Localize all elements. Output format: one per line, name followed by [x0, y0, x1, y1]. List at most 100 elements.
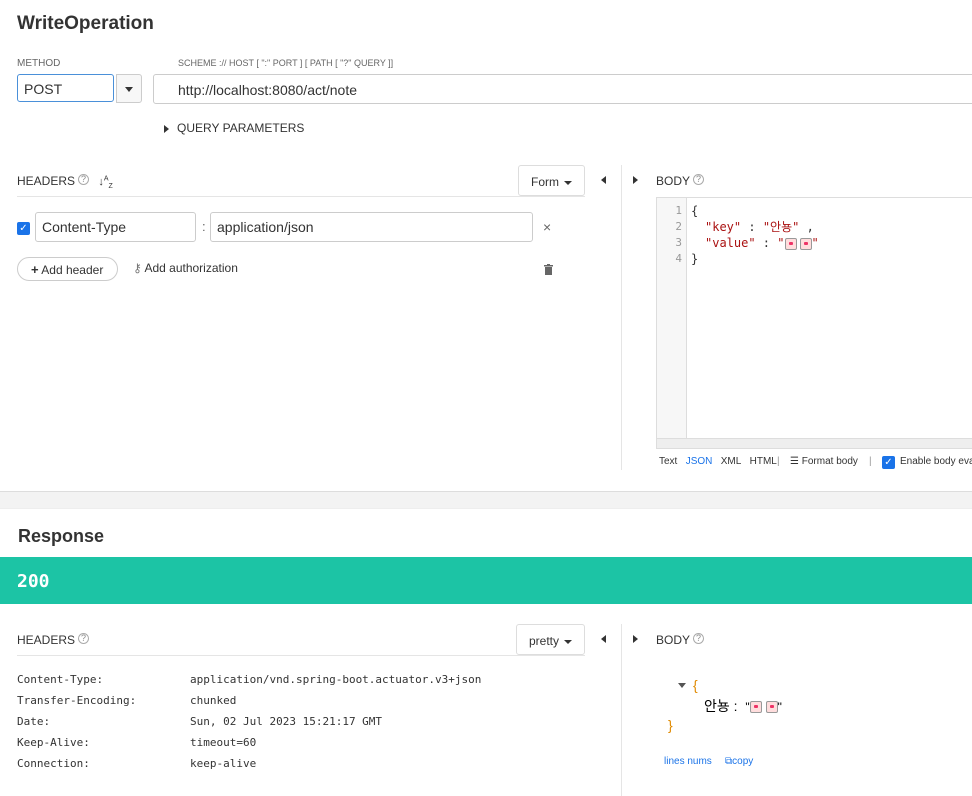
format-html-option[interactable]: HTML — [750, 456, 777, 467]
response-header-name: Content-Type: — [17, 673, 104, 686]
copy-label: copy — [732, 756, 754, 767]
operation-title: WriteOperation — [17, 13, 154, 34]
format-lines-icon: ☰ — [790, 456, 799, 467]
emoji-icon — [749, 701, 762, 714]
response-header-name: Keep-Alive: — [17, 736, 90, 749]
format-text-option[interactable]: Text — [659, 456, 677, 467]
help-icon[interactable]: ? — [78, 174, 90, 185]
horizontal-scrollbar[interactable] — [657, 438, 972, 448]
line-number: 3 — [675, 236, 682, 249]
emoji-icon — [765, 701, 778, 714]
request-body-label: BODY — [656, 174, 691, 188]
trash-icon[interactable] — [544, 262, 553, 275]
chevron-down-icon — [564, 639, 573, 644]
line-number: 2 — [675, 220, 682, 233]
request-headers-label: HEADERS — [17, 174, 76, 188]
response-view-dropdown[interactable]: pretty — [516, 624, 585, 655]
collapse-left-icon[interactable] — [601, 176, 606, 184]
key-icon: ⚷ — [133, 261, 142, 275]
json-entry: 안뇽 : " " — [704, 696, 782, 716]
header-enabled-checkbox[interactable]: ✓ — [17, 222, 30, 235]
status-code: 200 — [17, 571, 50, 592]
status-bar — [0, 557, 972, 604]
code-quote: " — [811, 236, 819, 250]
collapse-json-icon[interactable] — [678, 683, 686, 688]
add-header-button[interactable]: + Add header — [17, 257, 118, 281]
collapse-left-icon[interactable] — [601, 635, 606, 643]
header-name-input[interactable]: Content-Type — [35, 212, 196, 242]
line-number-gutter: 1 2 3 4 — [657, 198, 687, 443]
emoji-icon — [799, 237, 812, 250]
response-header-name: Connection: — [17, 757, 90, 770]
code-brace: { — [691, 204, 699, 218]
line-number: 4 — [675, 252, 682, 265]
response-header-value: timeout=60 — [190, 736, 257, 749]
response-header-row: Keep-Alive: timeout=60 — [17, 736, 597, 757]
toolbar-separator: | — [869, 456, 872, 467]
format-body-label: Format body — [801, 456, 858, 467]
response-headers-heading: HEADERS? — [17, 633, 90, 647]
code-area[interactable]: { "key" : "안뇽" , "value" : " " } — [687, 198, 972, 438]
add-authorization-link[interactable]: ⚷ Add authorization — [133, 261, 238, 275]
query-parameters-label: QUERY PARAMETERS — [177, 121, 305, 135]
json-quote: " — [777, 700, 782, 714]
help-icon[interactable]: ? — [78, 633, 90, 644]
method-select[interactable]: POST — [17, 74, 114, 102]
divider — [17, 655, 585, 656]
url-label: SCHEME :// HOST [ ":" PORT ] [ PATH [ "?… — [178, 58, 394, 68]
response-header-row: Content-Type: application/vnd.spring-boot… — [17, 673, 597, 694]
lines-nums-toggle[interactable]: lines nums — [664, 756, 712, 767]
help-icon[interactable]: ? — [693, 633, 705, 644]
code-quote: " — [777, 236, 785, 250]
json-close-brace: } — [668, 717, 673, 733]
sort-icon[interactable]: ↓AZ — [98, 175, 112, 190]
response-title: Response — [18, 526, 105, 546]
response-body-heading: BODY? — [656, 633, 705, 647]
format-body-button[interactable]: ☰ Format body — [790, 456, 858, 467]
request-headers-heading: HEADERS? ↓AZ — [17, 174, 113, 190]
help-icon[interactable]: ? — [693, 174, 705, 185]
chevron-down-icon — [564, 180, 572, 185]
json-key: 안뇽 : — [704, 698, 738, 714]
method-dropdown-caret[interactable] — [116, 74, 142, 103]
code-key: "key" — [705, 220, 742, 234]
body-editor[interactable]: 1 2 3 4 { "key" : "안뇽" , "value" : " " } — [656, 197, 972, 449]
panel-divider[interactable] — [621, 165, 622, 470]
copy-button[interactable]: ⧉copy — [725, 756, 753, 767]
code-sep: : — [755, 236, 778, 250]
add-authorization-label: Add authorization — [144, 261, 238, 275]
response-header-value: chunked — [190, 694, 237, 707]
code-comma: , — [799, 220, 814, 234]
response-header-value: application/vnd.spring-boot.actuator.v3+… — [190, 673, 482, 686]
caret-right-icon — [164, 124, 169, 133]
panel-divider[interactable] — [621, 624, 622, 796]
code-value: "안뇽" — [762, 220, 800, 234]
response-headers-label: HEADERS — [17, 633, 76, 647]
divider — [17, 196, 585, 197]
header-separator: : — [202, 219, 206, 234]
url-input[interactable]: http://localhost:8080/act/note — [153, 74, 972, 104]
format-xml-option[interactable]: XML — [721, 456, 742, 467]
format-json-option[interactable]: JSON — [686, 456, 713, 467]
response-body-label: BODY — [656, 633, 691, 647]
response-view-label: pretty — [529, 634, 560, 648]
add-header-label: Add header — [41, 263, 104, 277]
response-headers-list: Content-Type: application/vnd.spring-boot… — [17, 673, 597, 778]
response-header-row: Connection: keep-alive — [17, 757, 597, 778]
plus-icon: + — [31, 262, 39, 277]
collapse-right-icon[interactable] — [633, 176, 638, 184]
collapse-right-icon[interactable] — [633, 635, 638, 643]
json-open-brace: { — [693, 677, 698, 693]
json-quote: " — [745, 700, 750, 714]
headers-mode-label: Form — [531, 175, 559, 189]
emoji-icon — [784, 237, 797, 250]
response-header-value: Sun, 02 Jul 2023 15:21:17 GMT — [190, 715, 383, 728]
headers-mode-dropdown[interactable]: Form — [518, 165, 585, 196]
request-body-heading: BODY? — [656, 174, 705, 188]
header-value-input[interactable]: application/json — [210, 212, 533, 242]
query-parameters-toggle[interactable]: QUERY PARAMETERS — [164, 121, 304, 135]
close-icon[interactable]: × — [543, 219, 551, 235]
code-sep: : — [741, 220, 763, 234]
enable-eval-checkbox[interactable]: ✓ — [882, 456, 895, 469]
section-separator — [0, 491, 972, 509]
